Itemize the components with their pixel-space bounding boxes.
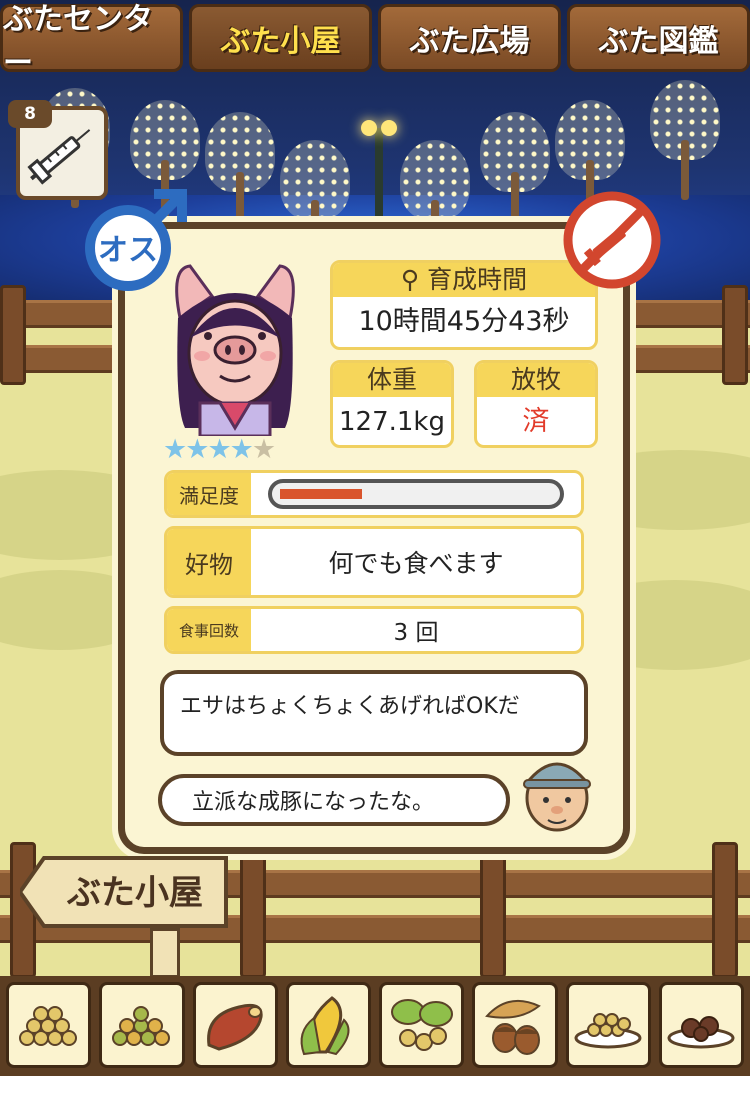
satisfaction-row: 満足度 <box>164 470 584 518</box>
tab-buta-hiroba[interactable]: ぶた広場 <box>378 4 561 72</box>
star-icon: ★ <box>207 434 231 465</box>
tab-buta-goya[interactable]: ぶた小屋 <box>189 4 372 72</box>
soybeans-icon <box>18 1006 77 1046</box>
favorite-label: 好物 <box>167 529 251 595</box>
speech-bubble-2: 立派な成豚になったな。 <box>158 774 510 826</box>
satisfaction-label: 満足度 <box>167 473 251 515</box>
tab-buta-zukan[interactable]: ぶた図鑑 <box>567 4 750 72</box>
rating-stars: ★★★★★ <box>163 434 276 465</box>
speech-bubble-1: エサはちょくちょくあげればOKだ <box>160 670 588 756</box>
grain-plate-icon <box>574 1013 642 1049</box>
weight-box: 体重 127.1kg <box>330 360 454 448</box>
tab-buta-center[interactable]: ぶたセンター <box>0 2 183 81</box>
fence-post <box>480 842 506 978</box>
tab-label: ぶた広場 <box>409 24 530 59</box>
grazing-value: 済 <box>522 406 550 437</box>
growth-time-box: ⚲ 育成時間 10時間45分43秒 <box>330 260 598 350</box>
item-count-badge: 8 <box>8 100 52 128</box>
no-injection-icon <box>563 191 661 289</box>
growth-time-label: 育成時間 <box>427 265 528 294</box>
dialog-line-2: 立派な成豚になったな。 <box>192 790 435 815</box>
food-item-button[interactable] <box>379 982 465 1068</box>
food-item-bar <box>0 976 750 1076</box>
grazing-box: 放牧 済 <box>474 360 598 448</box>
star-icon: ★ <box>251 434 276 465</box>
male-icon: オス <box>85 189 187 291</box>
food-item-button[interactable] <box>192 982 278 1068</box>
satisfaction-bar <box>268 479 564 509</box>
fence-post <box>712 842 738 978</box>
fence-post <box>240 842 266 978</box>
tab-label: ぶたセンター <box>3 2 153 81</box>
lit-tree <box>480 112 550 232</box>
sign-text: ぶた小屋 <box>66 873 203 913</box>
favorite-row: 好物 何でも食べます <box>164 526 584 598</box>
street-lamp <box>361 120 397 218</box>
satisfaction-bar-fill <box>280 489 362 499</box>
sex-label: オス <box>98 233 158 268</box>
dialog-line-1: エサはちょくちょくあげればOKだ <box>180 694 520 719</box>
star-icon: ★ <box>229 434 254 465</box>
star-icon: ★ <box>185 434 209 465</box>
lit-tree <box>650 80 720 200</box>
fence-post <box>0 285 26 385</box>
bottom-strip <box>0 1076 750 1102</box>
satisfaction-gauge <box>251 473 581 515</box>
food-item-button[interactable] <box>285 982 371 1068</box>
tab-label: ぶた小屋 <box>220 24 341 59</box>
lit-tree <box>205 112 275 232</box>
food-item-button[interactable] <box>99 982 185 1068</box>
weight-label: 体重 <box>333 363 451 397</box>
favorite-value: 何でも食べます <box>328 549 504 578</box>
acorn-icon <box>484 999 541 1055</box>
food-item-button[interactable] <box>472 982 558 1068</box>
star-icon: ★ <box>163 434 187 465</box>
food-item-button[interactable] <box>565 982 651 1068</box>
farmer-avatar <box>522 762 592 832</box>
barn-signboard: ぶた小屋 <box>20 856 228 928</box>
grazing-label: 放牧 <box>477 363 595 397</box>
meals-row: 食事回数 3 回 <box>164 606 584 654</box>
growth-time-value: 10時間45分43秒 <box>358 306 570 337</box>
top-tab-bar: ぶたセンター ぶた小屋 ぶた広場 ぶた図鑑 <box>0 0 750 81</box>
meals-label: 食事回数 <box>167 609 251 651</box>
food-item-button[interactable] <box>658 982 744 1068</box>
weight-value: 127.1kg <box>339 407 445 437</box>
mixed-grain-icon <box>111 1006 170 1046</box>
growth-time-header: ⚲ 育成時間 <box>333 263 595 297</box>
corn-icon <box>301 996 350 1056</box>
tab-label: ぶた図鑑 <box>598 24 719 59</box>
sweet-potato-icon <box>207 1003 263 1051</box>
meatball-plate-icon <box>667 1016 735 1049</box>
food-item-button[interactable] <box>6 982 92 1068</box>
sign-post <box>150 928 180 978</box>
vegetable-mix-icon <box>390 999 453 1051</box>
meals-value: 3 回 <box>393 620 439 646</box>
fence-post <box>722 285 748 385</box>
timer-icon: ⚲ <box>400 265 428 294</box>
